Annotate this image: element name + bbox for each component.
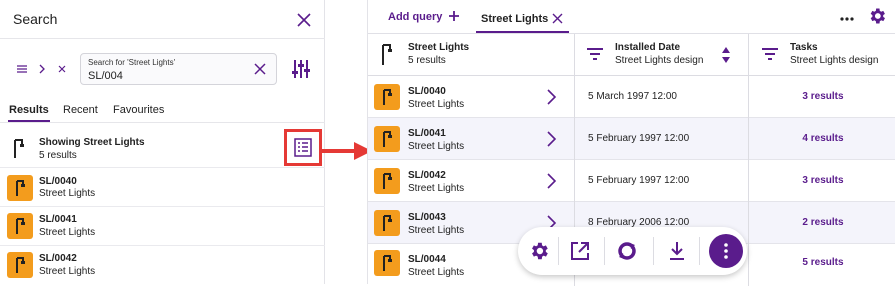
row-type: Street Lights	[408, 141, 465, 152]
table-row[interactable]: SL/0041 Street Lights 5 February 1997 12…	[368, 118, 895, 160]
column-subtitle: Street Lights design	[615, 55, 704, 66]
street-light-icon	[374, 126, 400, 152]
sort-icon[interactable]	[721, 46, 731, 64]
row-date: 5 February 1997 12:00	[588, 133, 690, 144]
table-header: Street Lights 5 results Installed Date S…	[368, 34, 895, 76]
filter-icon[interactable]	[761, 47, 779, 61]
row-type: Street Lights	[408, 183, 465, 194]
column-title: Street Lights	[408, 42, 470, 53]
floating-toolbar	[518, 227, 747, 275]
close-icon[interactable]	[294, 10, 314, 30]
street-light-icon	[382, 44, 392, 65]
search-label: Search for 'Street Lights'	[88, 58, 176, 67]
panel-title: Search	[13, 11, 58, 27]
row-type: Street Lights	[408, 99, 465, 110]
list-item[interactable]: SL/0040 Street Lights	[0, 168, 325, 206]
row-type: Street Lights	[408, 225, 465, 236]
chevron-right-icon[interactable]	[544, 131, 558, 147]
row-tasks-link[interactable]: 3 results	[749, 91, 895, 102]
refresh-icon[interactable]	[616, 240, 638, 262]
row-type: Street Lights	[408, 267, 465, 278]
result-type: Street Lights	[39, 188, 96, 199]
result-type: Street Lights	[39, 266, 96, 277]
search-panel: Search Search for 'Street Lights' SL/004…	[0, 0, 325, 284]
showing-title: Showing Street Lights	[39, 137, 145, 148]
showing-count: 5 results	[39, 150, 77, 161]
search-input[interactable]: Search for 'Street Lights' SL/004	[80, 53, 277, 85]
column-header-tasks[interactable]: Tasks Street Lights design	[748, 34, 895, 76]
open-external-icon[interactable]	[569, 240, 591, 262]
street-light-icon	[374, 168, 400, 194]
column-subtitle: Street Lights design	[790, 55, 879, 66]
chevron-right-icon[interactable]	[38, 64, 46, 74]
row-id: SL/0042	[408, 170, 446, 181]
row-date: 5 February 1997 12:00	[588, 175, 690, 186]
street-light-icon	[14, 139, 24, 158]
result-id: SL/0041	[39, 214, 77, 225]
column-subtitle: 5 results	[408, 55, 446, 66]
street-light-icon	[374, 84, 400, 110]
row-id: SL/0043	[408, 212, 446, 223]
gear-icon[interactable]	[867, 6, 887, 26]
street-light-icon	[7, 252, 33, 278]
tab-street-lights[interactable]: Street Lights	[481, 13, 548, 25]
close-tab-icon[interactable]	[551, 12, 564, 25]
table-row[interactable]: SL/0042 Street Lights 5 February 1997 12…	[368, 160, 895, 202]
row-id: SL/0044	[408, 254, 446, 265]
search-value: SL/004	[88, 70, 123, 82]
tune-icon[interactable]	[290, 58, 312, 80]
divider	[558, 237, 559, 265]
street-light-icon	[7, 213, 33, 239]
column-header-installed-date[interactable]: Installed Date Street Lights design	[574, 34, 748, 76]
gear-icon[interactable]	[528, 240, 550, 262]
row-tasks-link[interactable]: 4 results	[749, 133, 895, 144]
street-light-icon	[374, 210, 400, 236]
list-item[interactable]: SL/0042 Street Lights	[0, 246, 325, 284]
result-id: SL/0042	[39, 253, 77, 264]
street-light-icon	[374, 250, 400, 276]
divider	[699, 237, 700, 265]
divider	[0, 122, 325, 123]
row-date: 5 March 1997 12:00	[588, 91, 677, 102]
filter-icon[interactable]	[586, 47, 604, 61]
column-title: Installed Date	[615, 42, 681, 53]
tab-results[interactable]: Results	[9, 104, 49, 116]
result-type: Street Lights	[39, 227, 96, 238]
list-view-icon	[294, 138, 312, 157]
row-tasks-link[interactable]: 2 results	[749, 217, 895, 228]
download-icon[interactable]	[666, 240, 688, 262]
add-query-button[interactable]: Add query	[388, 11, 460, 23]
chevron-right-icon[interactable]	[544, 173, 558, 189]
clear-search-icon[interactable]	[253, 62, 267, 76]
divider	[604, 237, 605, 265]
row-tasks-link[interactable]: 3 results	[749, 175, 895, 186]
tab-recent[interactable]: Recent	[63, 104, 98, 116]
result-id: SL/0040	[39, 176, 77, 187]
column-title: Tasks	[790, 42, 818, 53]
row-tasks-link[interactable]: 5 results	[749, 257, 895, 268]
column-header-street-lights[interactable]: Street Lights 5 results	[368, 34, 574, 76]
add-query-label: Add query	[388, 11, 443, 23]
menu-icon[interactable]	[16, 64, 28, 74]
list-view-button[interactable]	[284, 129, 322, 166]
street-light-icon	[7, 175, 33, 201]
divider	[0, 38, 325, 39]
tab-favourites[interactable]: Favourites	[113, 104, 164, 116]
plus-icon	[449, 11, 460, 21]
remove-icon[interactable]	[58, 65, 66, 73]
more-horizontal-icon[interactable]	[839, 9, 855, 25]
table-row[interactable]: SL/0040 Street Lights 5 March 1997 12:00…	[368, 76, 895, 118]
more-options-button[interactable]	[709, 234, 743, 268]
row-id: SL/0041	[408, 128, 446, 139]
chevron-right-icon[interactable]	[544, 89, 558, 105]
more-icon	[724, 243, 728, 259]
list-item[interactable]: SL/0041 Street Lights	[0, 207, 325, 245]
row-id: SL/0040	[408, 86, 446, 97]
divider	[653, 237, 654, 265]
